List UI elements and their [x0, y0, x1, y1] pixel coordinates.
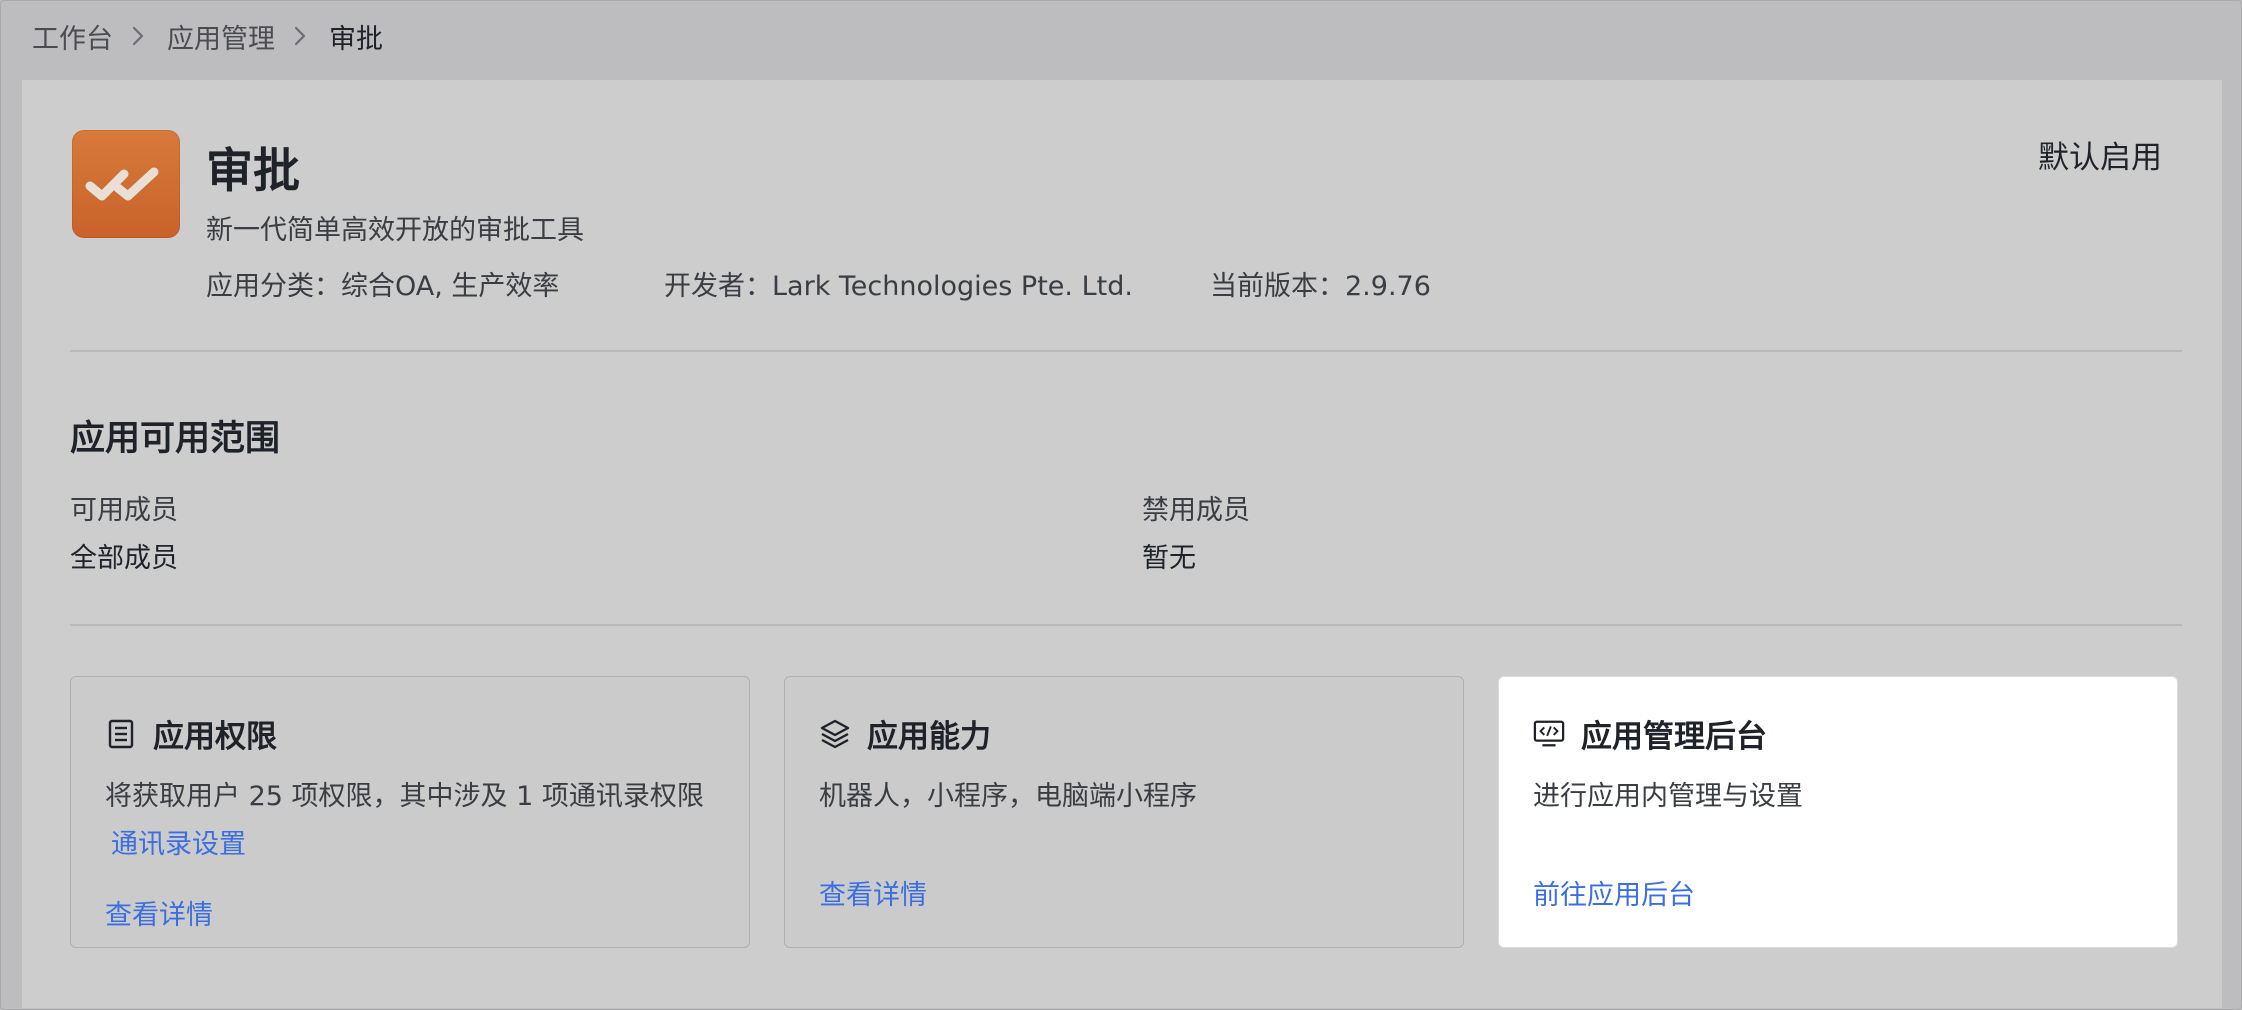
available-members-value: 全部成员	[70, 543, 178, 574]
card-header: 应用能力	[819, 711, 991, 756]
breadcrumb-current: 审批	[329, 23, 383, 55]
breadcrumb-workbench[interactable]: 工作台	[32, 17, 113, 56]
disabled-members-value: 暂无	[1142, 543, 1196, 574]
card-title: 应用权限	[153, 719, 277, 755]
contacts-settings-link[interactable]: 通讯录设置	[111, 829, 246, 860]
divider	[70, 624, 2182, 626]
card-header: 应用权限	[105, 711, 277, 756]
app-category: 应用分类：综合OA, 生产效率	[206, 271, 560, 302]
code-monitor-icon	[1533, 718, 1565, 750]
view-details-link[interactable]: 查看详情	[819, 873, 927, 912]
card-description: 将获取用户 25 项权限，其中涉及 1 项通讯录权限 通讯录设置	[105, 773, 719, 869]
layers-icon	[819, 718, 851, 750]
card-description: 机器人，小程序，电脑端小程序	[819, 781, 1197, 812]
chevron-right-icon	[131, 25, 145, 47]
available-members-label: 可用成员	[70, 495, 178, 526]
view-details-link[interactable]: 查看详情	[105, 893, 213, 932]
permissions-summary: 将获取用户 25 项权限，其中涉及 1 项通讯录权限	[105, 781, 704, 812]
approval-check-icon	[85, 167, 159, 201]
card-description: 进行应用内管理与设置	[1533, 781, 1803, 812]
breadcrumb-app-management[interactable]: 应用管理	[167, 17, 275, 56]
breadcrumb: 工作台 应用管理 审批	[32, 16, 383, 56]
disabled-members-label: 禁用成员	[1142, 495, 1250, 526]
app-version: 当前版本：2.9.76	[1210, 271, 1431, 302]
chevron-right-icon	[293, 25, 307, 47]
card-title: 应用管理后台	[1581, 719, 1767, 755]
card-header: 应用管理后台	[1533, 711, 1767, 756]
app-capabilities-card: 应用能力 机器人，小程序，电脑端小程序 查看详情	[784, 676, 1464, 948]
list-document-icon	[105, 718, 137, 750]
app-permissions-card: 应用权限 将获取用户 25 项权限，其中涉及 1 项通讯录权限 通讯录设置 查看…	[70, 676, 750, 948]
app-developer: 开发者：Lark Technologies Pte. Ltd.	[664, 271, 1133, 302]
app-logo	[72, 130, 180, 238]
card-title: 应用能力	[867, 719, 991, 755]
app-admin-console-card: 应用管理后台 进行应用内管理与设置 前往应用后台	[1498, 676, 2178, 948]
app-detail-panel: 审批 新一代简单高效开放的审批工具 应用分类：综合OA, 生产效率 开发者：La…	[22, 80, 2222, 1008]
app-name: 审批	[206, 144, 300, 199]
default-enable-status: 默认启用	[2038, 140, 2162, 176]
go-to-admin-console-link[interactable]: 前往应用后台	[1533, 873, 1695, 912]
divider	[70, 350, 2182, 352]
scope-section-title: 应用可用范围	[70, 419, 281, 459]
app-description: 新一代简单高效开放的审批工具	[206, 215, 584, 246]
